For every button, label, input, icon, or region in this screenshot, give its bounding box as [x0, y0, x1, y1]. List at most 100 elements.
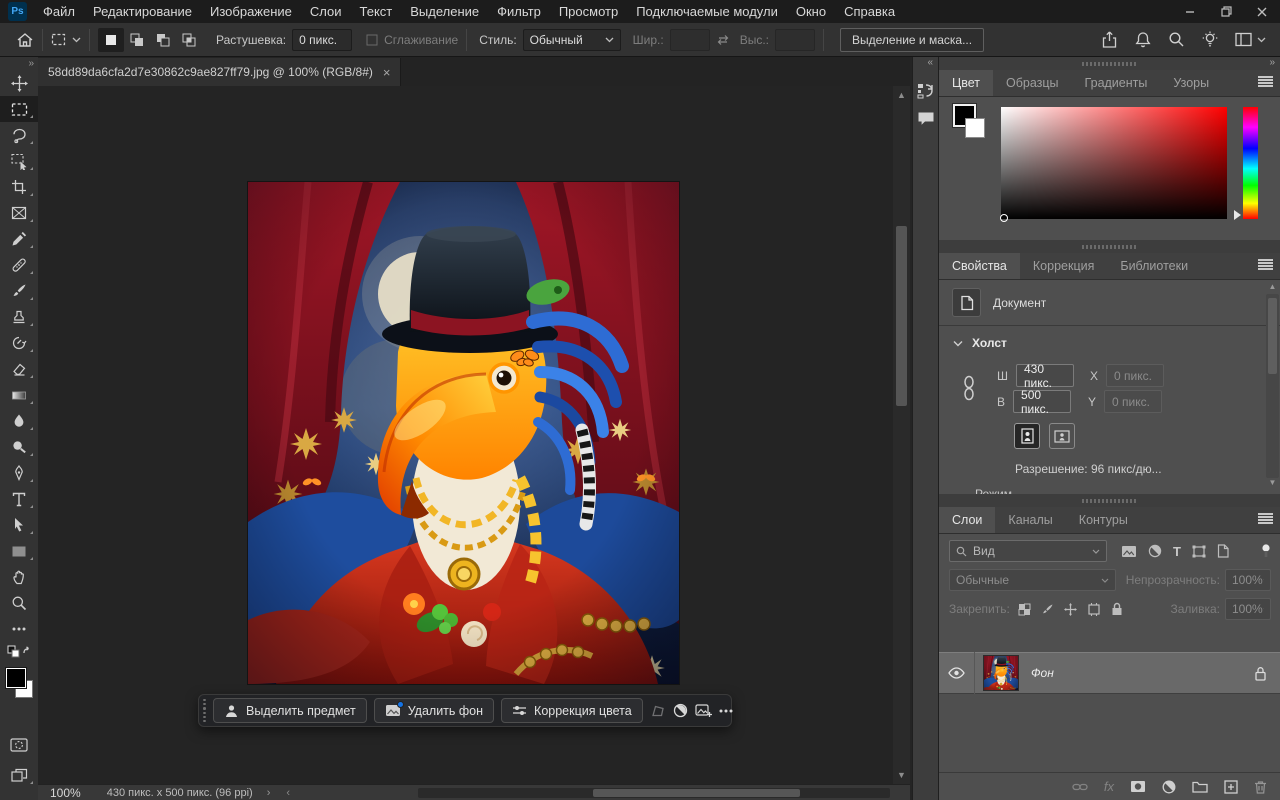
search-icon[interactable]	[1168, 31, 1185, 48]
tab-color[interactable]: Цвет	[939, 70, 993, 96]
saturation-brightness-field[interactable]	[1001, 107, 1227, 219]
canvas-area[interactable]: ▲ ▼ Выделить предмет Удалить фон Коррекц…	[38, 86, 910, 784]
frame-tool[interactable]	[0, 200, 38, 226]
fill-input[interactable]: 100%	[1225, 598, 1271, 620]
scroll-thumb[interactable]	[1268, 298, 1277, 374]
panel-group-header[interactable]: »	[939, 57, 1280, 70]
scroll-up-icon[interactable]: ▲	[1266, 282, 1279, 294]
tab-layers[interactable]: Слои	[939, 507, 995, 533]
link-layers-icon[interactable]	[1072, 782, 1088, 792]
layer-row[interactable]: Фон	[939, 652, 1280, 694]
screen-mode-icon[interactable]	[0, 762, 38, 788]
selection-new-icon[interactable]	[98, 28, 124, 52]
selection-subtract-icon[interactable]	[150, 28, 176, 52]
menu-filter[interactable]: Фильтр	[488, 0, 550, 23]
swap-dimensions-icon[interactable]	[716, 34, 730, 46]
lock-position-icon[interactable]	[1064, 603, 1077, 616]
clone-stamp-tool[interactable]	[0, 304, 38, 330]
dodge-tool[interactable]	[0, 434, 38, 460]
menu-view[interactable]: Просмотр	[550, 0, 627, 23]
restore-icon[interactable]	[1208, 0, 1244, 23]
taskbar-drag-handle[interactable]	[203, 699, 206, 723]
layer-name[interactable]: Фон	[1031, 666, 1054, 680]
lock-transparency-icon[interactable]	[1018, 603, 1031, 616]
panel-menu-icon[interactable]	[1258, 513, 1273, 524]
discover-lightbulb-icon[interactable]	[1202, 31, 1218, 49]
menu-window[interactable]: Окно	[787, 0, 835, 23]
properties-scrollbar[interactable]	[1266, 294, 1279, 478]
scroll-left-icon[interactable]: ‹	[286, 787, 290, 799]
generate-image-icon[interactable]	[695, 703, 712, 718]
menu-layers[interactable]: Слои	[301, 0, 351, 23]
lock-artboard-icon[interactable]	[1087, 603, 1101, 616]
home-icon[interactable]	[16, 31, 34, 49]
foreground-color-swatch[interactable]	[6, 668, 26, 688]
color-correction-button[interactable]: Коррекция цвета	[501, 698, 643, 723]
pen-tool[interactable]	[0, 460, 38, 486]
height-input[interactable]	[775, 29, 815, 51]
tab-properties[interactable]: Свойства	[939, 253, 1020, 279]
tab-paths[interactable]: Контуры	[1066, 507, 1141, 533]
blend-mode-select[interactable]: Обычные	[949, 569, 1116, 591]
canvas-artwork[interactable]	[248, 182, 679, 684]
new-group-icon[interactable]	[1192, 780, 1208, 793]
rectangular-marquee-tool[interactable]	[0, 96, 38, 122]
rectangle-shape-tool[interactable]	[0, 538, 38, 564]
menu-type[interactable]: Текст	[351, 0, 402, 23]
antialias-checkbox[interactable]: Сглаживание	[366, 33, 458, 47]
tab-close-icon[interactable]: ×	[383, 65, 391, 80]
canvas-section-header[interactable]: Холст	[953, 336, 1007, 350]
horizontal-scrollbar[interactable]	[418, 788, 890, 798]
menu-plugins[interactable]: Подключаемые модули	[627, 0, 787, 23]
tab-adjustments[interactable]: Коррекция	[1020, 253, 1107, 279]
layer-thumbnail[interactable]	[983, 655, 1019, 691]
gradient-tool[interactable]	[0, 382, 38, 408]
menu-edit[interactable]: Редактирование	[84, 0, 201, 23]
blur-tool[interactable]	[0, 408, 38, 434]
hue-slider[interactable]	[1243, 107, 1258, 219]
history-panel-icon[interactable]	[917, 82, 935, 99]
close-icon[interactable]	[1244, 0, 1280, 23]
tab-libraries[interactable]: Библиотеки	[1107, 253, 1201, 279]
zoom-tool[interactable]	[0, 590, 38, 616]
panel-menu-icon[interactable]	[1258, 259, 1273, 270]
color-picker-marker[interactable]	[1000, 214, 1008, 222]
remove-background-button[interactable]: Удалить фон	[374, 698, 494, 723]
menu-file[interactable]: Файл	[34, 0, 84, 23]
object-selection-tool[interactable]	[0, 148, 38, 174]
lock-pixels-icon[interactable]	[1041, 603, 1054, 616]
menu-image[interactable]: Изображение	[201, 0, 301, 23]
background-color-swatch[interactable]	[965, 118, 985, 138]
filter-toggle[interactable]	[1261, 544, 1271, 558]
tool-preset-marquee[interactable]	[51, 32, 81, 47]
canvas-width-input[interactable]: 430 пикс.	[1016, 364, 1074, 387]
landscape-orientation-button[interactable]	[1049, 423, 1075, 449]
workspace-switcher-icon[interactable]	[1235, 32, 1266, 47]
panel-menu-icon[interactable]	[1258, 76, 1273, 87]
layer-effects-icon[interactable]: fx	[1104, 779, 1114, 794]
tab-channels[interactable]: Каналы	[995, 507, 1065, 533]
menu-help[interactable]: Справка	[835, 0, 904, 23]
selection-add-icon[interactable]	[124, 28, 150, 52]
delete-layer-icon[interactable]	[1254, 780, 1267, 794]
layer-visibility-toggle[interactable]	[939, 652, 975, 694]
horizontal-scroll-thumb[interactable]	[593, 789, 801, 797]
tab-gradients[interactable]: Градиенты	[1072, 70, 1161, 96]
new-adjustment-layer-icon[interactable]	[1162, 780, 1176, 794]
canvas-x-input[interactable]: 0 пикс.	[1106, 364, 1164, 387]
tab-swatches[interactable]: Образцы	[993, 70, 1072, 96]
select-and-mask-button[interactable]: Выделение и маска...	[840, 28, 984, 52]
filter-type-layers-icon[interactable]: T	[1173, 544, 1181, 559]
filter-shape-layers-icon[interactable]	[1192, 545, 1206, 558]
share-icon[interactable]	[1101, 31, 1118, 49]
panel-group-header[interactable]	[939, 240, 1280, 253]
menu-select[interactable]: Выделение	[401, 0, 488, 23]
crop-tool[interactable]	[0, 174, 38, 200]
notifications-bell-icon[interactable]	[1135, 31, 1151, 49]
minimize-icon[interactable]	[1172, 0, 1208, 23]
canvas-height-input[interactable]: 500 пикс.	[1013, 390, 1071, 413]
filter-smart-objects-icon[interactable]	[1217, 544, 1229, 558]
more-options-icon[interactable]	[719, 709, 733, 713]
width-input[interactable]	[670, 29, 710, 51]
canvas-y-input[interactable]: 0 пикс.	[1104, 390, 1162, 413]
